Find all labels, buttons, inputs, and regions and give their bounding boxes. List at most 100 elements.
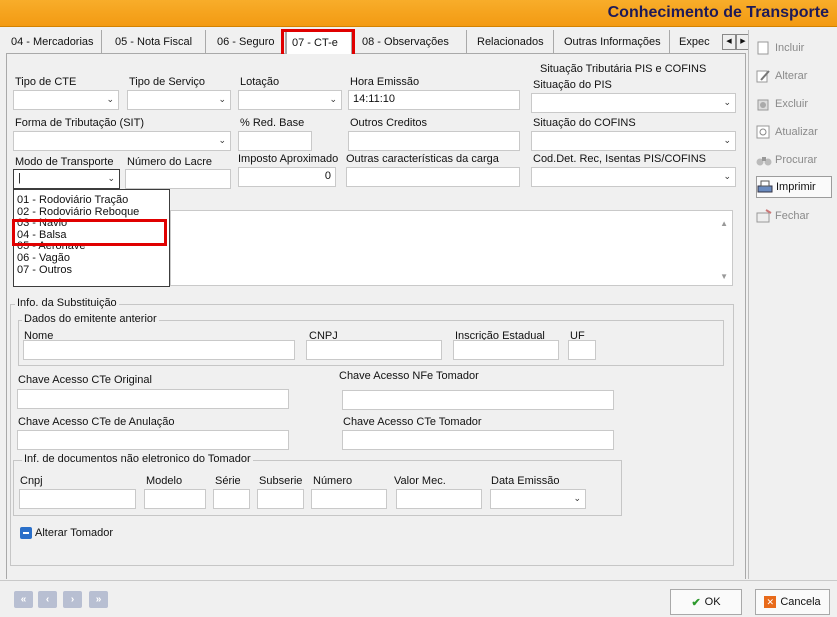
substituicao-group-title: Info. da Substituição (15, 297, 119, 309)
fechar-button[interactable]: Fechar (756, 205, 832, 227)
hora-emissao-label: Hora Emissão (350, 76, 420, 88)
procurar-button[interactable]: Procurar (756, 149, 832, 171)
tab-mercadorias[interactable]: 04 - Mercadorias (6, 30, 102, 54)
scroll-down-icon[interactable]: ▼ (720, 272, 728, 281)
emitente-group-title: Dados do emitente anterior (22, 313, 159, 325)
imposto-aproximado-field[interactable]: 0 (238, 167, 336, 187)
option-vagao[interactable]: 06 - Vagão (14, 252, 169, 264)
numero-lacre-field[interactable] (125, 169, 231, 189)
outras-caracteristicas-label: Outras características da carga (346, 153, 499, 165)
modo-transporte-dropdown[interactable]: 01 - Rodoviário Tração 02 - Rodoviário R… (13, 189, 170, 287)
red-base-field[interactable] (238, 131, 312, 151)
cod-det-select[interactable]: ⌄ (531, 167, 736, 187)
imprimir-button[interactable]: Imprimir (756, 176, 832, 198)
doc-serie-field[interactable] (213, 489, 250, 509)
window-title: Conhecimento de Transporte (607, 4, 829, 21)
tab-expec[interactable]: Expec (674, 30, 720, 54)
doc-modelo-label: Modelo (146, 475, 183, 487)
modo-transporte-select[interactable]: | ⌄ (13, 169, 120, 189)
incluir-button[interactable]: Incluir (756, 37, 832, 59)
chave-nfe-tomador-field[interactable] (342, 390, 614, 410)
doc-modelo-field[interactable] (144, 489, 206, 509)
forma-tributacao-select[interactable]: ⌄ (13, 131, 231, 151)
outros-creditos-label: Outros Creditos (350, 117, 428, 129)
title-bar: Conhecimento de Transporte (0, 0, 837, 27)
doc-data-label: Data Emissão (491, 475, 560, 487)
pis-cofins-group-title: Situação Tributária PIS e COFINS (540, 63, 707, 75)
tipo-cte-select[interactable]: ⌄ (13, 90, 119, 110)
situacao-cofins-label: Situação do COFINS (533, 117, 636, 129)
prev-record-icon[interactable]: ‹ (38, 591, 57, 608)
doc-valor-field[interactable] (396, 489, 482, 509)
tipo-servico-label: Tipo de Serviço (129, 76, 206, 88)
first-record-icon[interactable]: « (14, 591, 33, 608)
situacao-pis-select[interactable]: ⌄ (531, 93, 736, 113)
atualizar-button[interactable]: Atualizar (756, 121, 832, 143)
chevron-down-icon: ⌄ (106, 94, 114, 104)
chave-nfe-tomador-label: Chave Acesso NFe Tomador (339, 370, 479, 382)
cnpj-field[interactable] (306, 340, 442, 360)
nome-field[interactable] (23, 340, 295, 360)
outras-caracteristicas-field[interactable] (346, 167, 520, 187)
outros-creditos-field[interactable] (348, 131, 520, 151)
option-aeronave[interactable]: 05 - Aeronave (14, 240, 169, 253)
scroll-up-icon[interactable]: ▲ (720, 219, 728, 228)
option-rodoviario-tracao[interactable]: 01 - Rodoviário Tração (14, 194, 169, 206)
delete-icon (756, 97, 772, 111)
uf-field[interactable] (568, 340, 596, 360)
option-navio[interactable]: 03 - Navio (14, 217, 169, 229)
tipo-servico-select[interactable]: ⌄ (127, 90, 231, 110)
chevron-down-icon: ⌄ (218, 94, 226, 104)
situacao-pis-label: Situação do PIS (533, 79, 612, 91)
chave-cte-anulacao-field[interactable] (17, 430, 289, 450)
alterar-button[interactable]: Alterar (756, 65, 832, 87)
cancel-icon: ✕ (764, 596, 777, 608)
lotacao-label: Lotação (240, 76, 280, 88)
chave-cte-tomador-field[interactable] (342, 430, 614, 450)
printer-icon (757, 180, 773, 194)
observacoes-memo[interactable]: ▲ ▼ (170, 210, 733, 286)
chave-cte-original-label: Chave Acesso CTe Original (18, 374, 152, 386)
docs-group-title: Inf. de documentos não eletronico do Tom… (22, 453, 253, 465)
tab-scroll-left-icon[interactable]: ◀ (722, 34, 736, 50)
lotacao-select[interactable]: ⌄ (238, 90, 342, 110)
forma-tributacao-label: Forma de Tributação (SIT) (15, 117, 144, 129)
situacao-cofins-select[interactable]: ⌄ (531, 131, 736, 151)
binoculars-icon (756, 153, 772, 167)
document-icon (756, 41, 772, 55)
refresh-icon (756, 125, 772, 139)
ok-button[interactable]: ✔ OK (670, 589, 742, 615)
tab-seguro[interactable]: 06 - Seguro (212, 30, 286, 54)
next-record-icon[interactable]: › (63, 591, 82, 608)
tab-observacoes[interactable]: 08 - Observações (357, 30, 467, 54)
tab-relacionados[interactable]: Relacionados (472, 30, 554, 54)
bottom-bar: « ‹ › » ✔ OK ✕ Cancela (0, 580, 837, 617)
doc-numero-label: Número (313, 475, 353, 487)
cancel-button[interactable]: ✕ Cancela (755, 589, 830, 615)
excluir-button[interactable]: Excluir (756, 93, 832, 115)
chave-cte-original-field[interactable] (17, 389, 289, 409)
option-balsa[interactable]: 04 - Balsa (14, 229, 169, 241)
hora-emissao-field[interactable]: 14:11:10 (348, 90, 520, 110)
doc-numero-field[interactable] (311, 489, 387, 509)
alterar-tomador-label: Alterar Tomador (35, 527, 114, 539)
chevron-down-icon: ⌄ (723, 171, 731, 181)
option-outros[interactable]: 07 - Outros (14, 264, 169, 276)
last-record-icon[interactable]: » (89, 591, 108, 608)
doc-data-select[interactable]: ⌄ (490, 489, 586, 509)
doc-subserie-field[interactable] (257, 489, 304, 509)
chevron-down-icon: ⌄ (329, 94, 337, 104)
doc-cnpj-field[interactable] (19, 489, 136, 509)
red-base-label: % Red. Base (240, 117, 305, 129)
tab-strip: 04 - Mercadorias 05 - Nota Fiscal 06 - S… (6, 30, 750, 55)
action-sidebar: Incluir Alterar Excluir Atualizar Procur… (748, 30, 837, 579)
alterar-tomador-checkbox[interactable] (20, 527, 32, 539)
inscricao-field[interactable] (453, 340, 559, 360)
modo-transporte-label: Modo de Transporte (15, 156, 114, 168)
tab-nota-fiscal[interactable]: 05 - Nota Fiscal (110, 30, 206, 54)
tab-outras-informacoes[interactable]: Outras Informações (559, 30, 670, 54)
doc-serie-label: Série (215, 475, 241, 487)
option-rodoviario-reboque[interactable]: 02 - Rodoviário Reboque (14, 206, 169, 218)
edit-icon (756, 69, 772, 83)
tab-cte[interactable]: 07 - CT-e (286, 30, 352, 55)
